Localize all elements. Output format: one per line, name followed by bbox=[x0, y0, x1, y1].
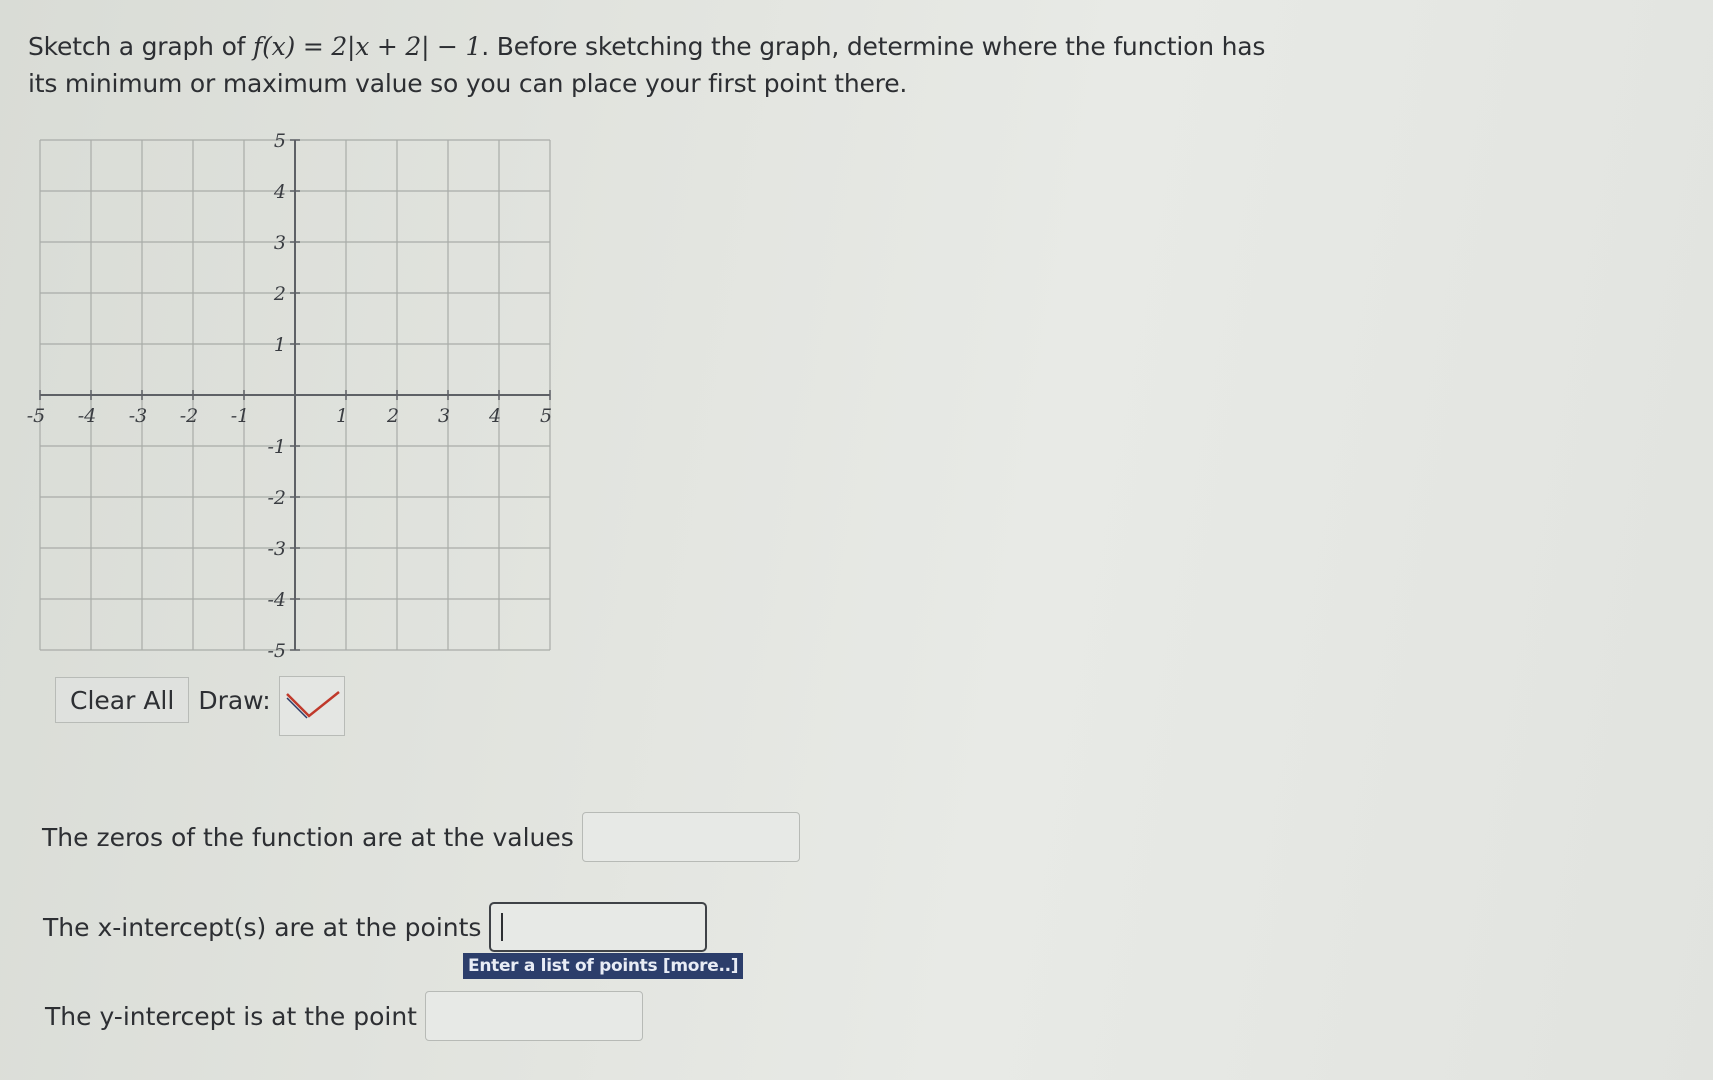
question-formula: f(x) = 2|x + 2| − 1 bbox=[253, 32, 482, 61]
x-tick-label: 1 bbox=[336, 405, 348, 427]
y-tick-label: -3 bbox=[267, 538, 286, 560]
graph-grid[interactable]: -5 -4 -3 -2 -1 1 2 3 4 5 5 4 3 2 1 -1 -2 -3 -4 -5 bbox=[20, 130, 560, 670]
y-intercept-row: The y-intercept is at the point bbox=[45, 991, 643, 1041]
absolute-value-v-icon bbox=[285, 691, 340, 719]
question-prefix: Sketch a graph of bbox=[28, 32, 254, 61]
x-tick-label: -3 bbox=[129, 405, 148, 427]
zeros-input[interactable] bbox=[581, 812, 800, 862]
x-intercepts-input[interactable] bbox=[489, 902, 708, 952]
x-tick-label: 5 bbox=[540, 405, 552, 427]
y-tick-label: -1 bbox=[267, 436, 286, 458]
y-intercept-input[interactable] bbox=[425, 991, 643, 1041]
absolute-value-draw-tool[interactable] bbox=[278, 676, 345, 736]
x-tick-label: -1 bbox=[231, 405, 250, 427]
y-tick-label: 1 bbox=[274, 334, 286, 356]
y-intercept-label: The y-intercept is at the point bbox=[45, 1001, 417, 1031]
x-tick-label: 2 bbox=[386, 405, 399, 427]
enter-points-hint[interactable]: Enter a list of points [more..] bbox=[463, 953, 744, 979]
graph-toolbar: Clear All Draw: bbox=[55, 676, 345, 736]
text-caret bbox=[501, 913, 504, 941]
x-tick-label: -2 bbox=[180, 405, 199, 427]
y-tick-label: -2 bbox=[267, 487, 286, 509]
clear-all-button[interactable]: Clear All bbox=[55, 677, 190, 723]
y-tick-label: 4 bbox=[273, 181, 286, 203]
x-tick-label: -5 bbox=[27, 405, 46, 427]
x-tick-label: 3 bbox=[438, 405, 450, 427]
x-intercepts-label: The x-intercept(s) are at the points bbox=[43, 912, 482, 942]
x-tick-label: 4 bbox=[488, 405, 501, 427]
graphing-canvas[interactable]: -5 -4 -3 -2 -1 1 2 3 4 5 5 4 3 2 1 -1 -2 -3 -4 -5 bbox=[20, 130, 560, 674]
y-tick-label: 2 bbox=[273, 283, 286, 305]
zeros-label: The zeros of the function are at the val… bbox=[42, 822, 574, 852]
zeros-row: The zeros of the function are at the val… bbox=[42, 812, 800, 862]
y-tick-label: 3 bbox=[274, 232, 286, 254]
y-tick-label: -5 bbox=[267, 640, 286, 662]
x-tick-label: -4 bbox=[78, 405, 97, 427]
x-intercepts-row: The x-intercept(s) are at the points bbox=[43, 902, 708, 952]
y-tick-label: -4 bbox=[267, 589, 286, 611]
question-text: Sketch a graph of f(x) = 2|x + 2| − 1. B… bbox=[28, 28, 1288, 102]
draw-label: Draw: bbox=[198, 685, 271, 715]
y-tick-label: 5 bbox=[274, 130, 286, 152]
